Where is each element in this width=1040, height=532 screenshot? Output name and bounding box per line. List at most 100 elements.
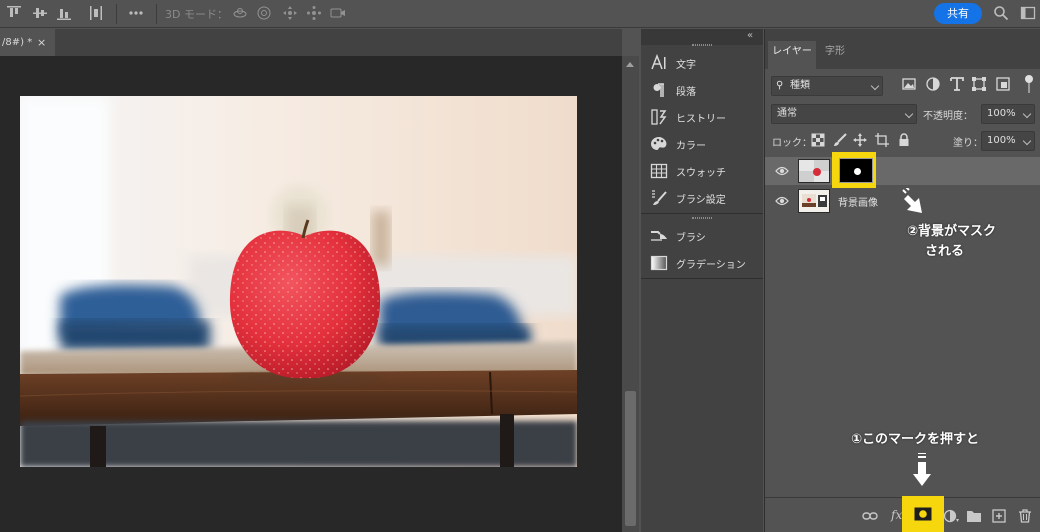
background-thumbnail-icon — [799, 190, 829, 212]
panel-label: ヒストリー — [676, 114, 726, 125]
panel-gradient[interactable]: グラデーション — [641, 250, 763, 276]
layers-panel: レイヤー 字形 ⚲ 種類 通常 不透明度： 100% ロック： 塗り： 100%… — [764, 29, 1040, 532]
panel-swatches[interactable]: スウォッチ — [641, 158, 763, 184]
diagonal-arrow-icon — [900, 188, 926, 216]
panel-label: 文字 — [676, 60, 696, 71]
grip-icon[interactable] — [692, 217, 712, 219]
annotation-step2-line1: ②背景がマスク — [907, 224, 997, 239]
panel-paragraph[interactable]: 段落 — [641, 77, 763, 103]
lock-artboard-icon[interactable] — [875, 133, 889, 147]
align-bottom-icon[interactable] — [56, 5, 72, 21]
filter-kind-value: 種類 — [790, 80, 810, 91]
document-tab-bar: /8#) * × — [0, 29, 622, 56]
layers-panel-tabs: レイヤー 字形 — [765, 29, 1040, 69]
panel-brush-settings[interactable]: ブラシ設定 — [641, 185, 763, 211]
options-bar: 3D モード： 共有 — [0, 0, 1040, 28]
layer-thumbnail[interactable] — [798, 189, 830, 213]
3d-slide-icon[interactable] — [306, 5, 322, 21]
layer-thumbnail[interactable] — [798, 159, 830, 183]
filter-toggle-icon[interactable] — [1025, 75, 1033, 83]
tab-glyphs[interactable]: 字形 — [820, 41, 850, 69]
3d-pan-icon[interactable] — [282, 5, 298, 21]
chevron-down-icon — [1022, 109, 1032, 119]
align-vcenter-icon[interactable] — [32, 5, 48, 21]
lock-position-move-icon[interactable] — [853, 133, 867, 147]
layer-row-apple[interactable]: pple — [765, 157, 1040, 185]
panel-label: グラデーション — [676, 260, 746, 271]
layer-filter-dropdown[interactable]: ⚲ 種類 — [771, 76, 883, 96]
3d-orbit-icon[interactable] — [232, 5, 248, 21]
chevron-down-icon — [1022, 136, 1032, 146]
filter-shape-icon[interactable] — [971, 76, 987, 92]
brush-settings-icon — [650, 189, 668, 207]
grip-icon[interactable] — [692, 44, 712, 46]
search-icon[interactable] — [993, 5, 1009, 21]
panel-color[interactable]: カラー — [641, 131, 763, 157]
swatches-grid-icon — [650, 162, 668, 180]
filter-smart-object-icon[interactable] — [995, 76, 1011, 92]
3d-roll-icon[interactable] — [256, 5, 272, 21]
fill-label: 塗り： — [953, 138, 983, 149]
down-arrow-icon — [912, 453, 932, 487]
document-tab-title: /8#) * — [2, 37, 33, 48]
layer-mask-thumbnail[interactable] — [839, 158, 873, 183]
blend-mode-dropdown[interactable]: 通常 — [771, 104, 917, 124]
share-button[interactable]: 共有 — [934, 3, 982, 24]
document-canvas-image[interactable] — [20, 96, 577, 467]
scroll-up-icon[interactable] — [626, 62, 634, 67]
3d-camera-icon[interactable] — [330, 5, 346, 21]
fill-value: 100% — [987, 135, 1016, 146]
add-layer-mask-icon — [914, 507, 932, 521]
lock-all-icon[interactable] — [897, 133, 911, 147]
fill-field[interactable]: 100% — [981, 131, 1035, 151]
close-icon[interactable]: × — [37, 29, 46, 56]
annotation-step1: ①このマークを押すと — [851, 432, 980, 447]
collapsed-panel-strip: « 文字 段落 ヒストリー カラー スウォッチ ブラシ設定 ブラシ グラデーショ… — [641, 29, 763, 532]
layer-name[interactable]: 背景画像 — [838, 194, 878, 209]
history-icon — [650, 108, 668, 126]
link-layers-icon[interactable] — [862, 509, 878, 523]
delete-layer-trash-icon[interactable] — [1017, 509, 1033, 523]
strip-header: « — [641, 29, 763, 45]
add-layer-style-button[interactable]: fx — [891, 508, 902, 522]
add-layer-mask-button[interactable] — [913, 506, 933, 522]
panel-brush[interactable]: ブラシ — [641, 223, 763, 249]
opacity-field[interactable]: 100% — [981, 104, 1035, 124]
lock-label: ロック： — [772, 138, 812, 149]
panel-character[interactable]: 文字 — [641, 50, 763, 76]
panel-history[interactable]: ヒストリー — [641, 104, 763, 130]
gradient-icon — [650, 254, 668, 272]
lock-transparent-icon[interactable] — [811, 133, 825, 147]
tab-layers[interactable]: レイヤー — [768, 41, 816, 69]
canvas-area[interactable] — [0, 56, 622, 532]
opacity-value: 100% — [987, 108, 1016, 119]
workspace-icon[interactable] — [1020, 5, 1036, 21]
more-options-icon[interactable] — [128, 5, 144, 21]
panel-label: ブラシ — [676, 233, 706, 244]
filter-type-icon[interactable] — [949, 76, 965, 92]
search-icon: ⚲ — [776, 80, 784, 91]
color-palette-icon — [650, 135, 668, 153]
distribute-icon[interactable] — [88, 5, 104, 21]
eye-icon[interactable] — [775, 165, 789, 177]
document-tab[interactable]: /8#) * × — [0, 29, 55, 56]
eye-icon[interactable] — [775, 195, 789, 207]
panel-label: ブラシ設定 — [676, 195, 726, 206]
collapse-panels-icon[interactable]: « — [747, 30, 753, 41]
mask-dot-icon — [854, 168, 861, 175]
scrollbar-thumb[interactable] — [625, 391, 636, 526]
filter-pixel-icon[interactable] — [901, 76, 917, 92]
canvas-scrollbar[interactable] — [622, 56, 639, 532]
paragraph-icon — [650, 81, 668, 99]
chevron-down-icon — [870, 81, 880, 91]
new-fill-adjustment-icon[interactable] — [943, 509, 959, 523]
brush-icon — [650, 227, 668, 245]
apple-photo-icon — [20, 96, 577, 467]
align-top-icon[interactable] — [6, 5, 22, 21]
new-group-folder-icon[interactable] — [966, 509, 982, 523]
annotation-step2-line2: される — [925, 244, 965, 259]
filter-adjustment-icon[interactable] — [925, 76, 941, 92]
apple-thumbnail-icon — [799, 160, 829, 182]
lock-image-brush-icon[interactable] — [833, 133, 847, 147]
new-layer-icon[interactable] — [991, 509, 1007, 523]
